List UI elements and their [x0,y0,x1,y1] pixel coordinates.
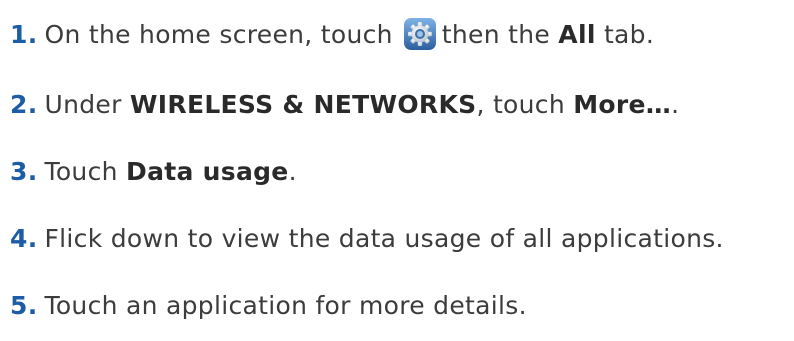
all-tab-label: All [558,19,596,49]
step-number: 5. [10,290,38,320]
step-text: tab. [603,19,655,49]
step-number: 1. [10,19,38,49]
step-text: , touch [476,89,565,119]
step-text: Touch an application for more details. [44,290,527,320]
wireless-networks-label: WIRELESS & NETWORKS [129,89,477,119]
more-label: More… [573,89,672,119]
step-text: . [288,156,297,186]
step-text: then the [441,19,551,49]
step-number: 2. [10,89,38,119]
instruction-steps: 1. On the home screen, touch then the Al… [0,0,794,341]
step-4: 4. Flick down to view the data usage of … [10,220,724,256]
step-text: Flick down to view the data usage of all… [44,223,724,253]
step-3: 3. Touch Data usage. [10,153,297,189]
step-2: 2. Under WIRELESS & NETWORKS, touch More… [10,86,679,122]
step-number: 4. [10,223,38,253]
step-number: 3. [10,156,38,186]
step-text: On the home screen, touch [44,19,393,49]
step-text: . [671,89,680,119]
step-text: Touch [44,156,118,186]
settings-gear-icon [403,17,437,51]
step-1: 1. On the home screen, touch then the Al… [10,16,654,52]
step-text: Under [44,89,122,119]
data-usage-label: Data usage [126,156,289,186]
step-5: 5. Touch an application for more details… [10,287,527,323]
